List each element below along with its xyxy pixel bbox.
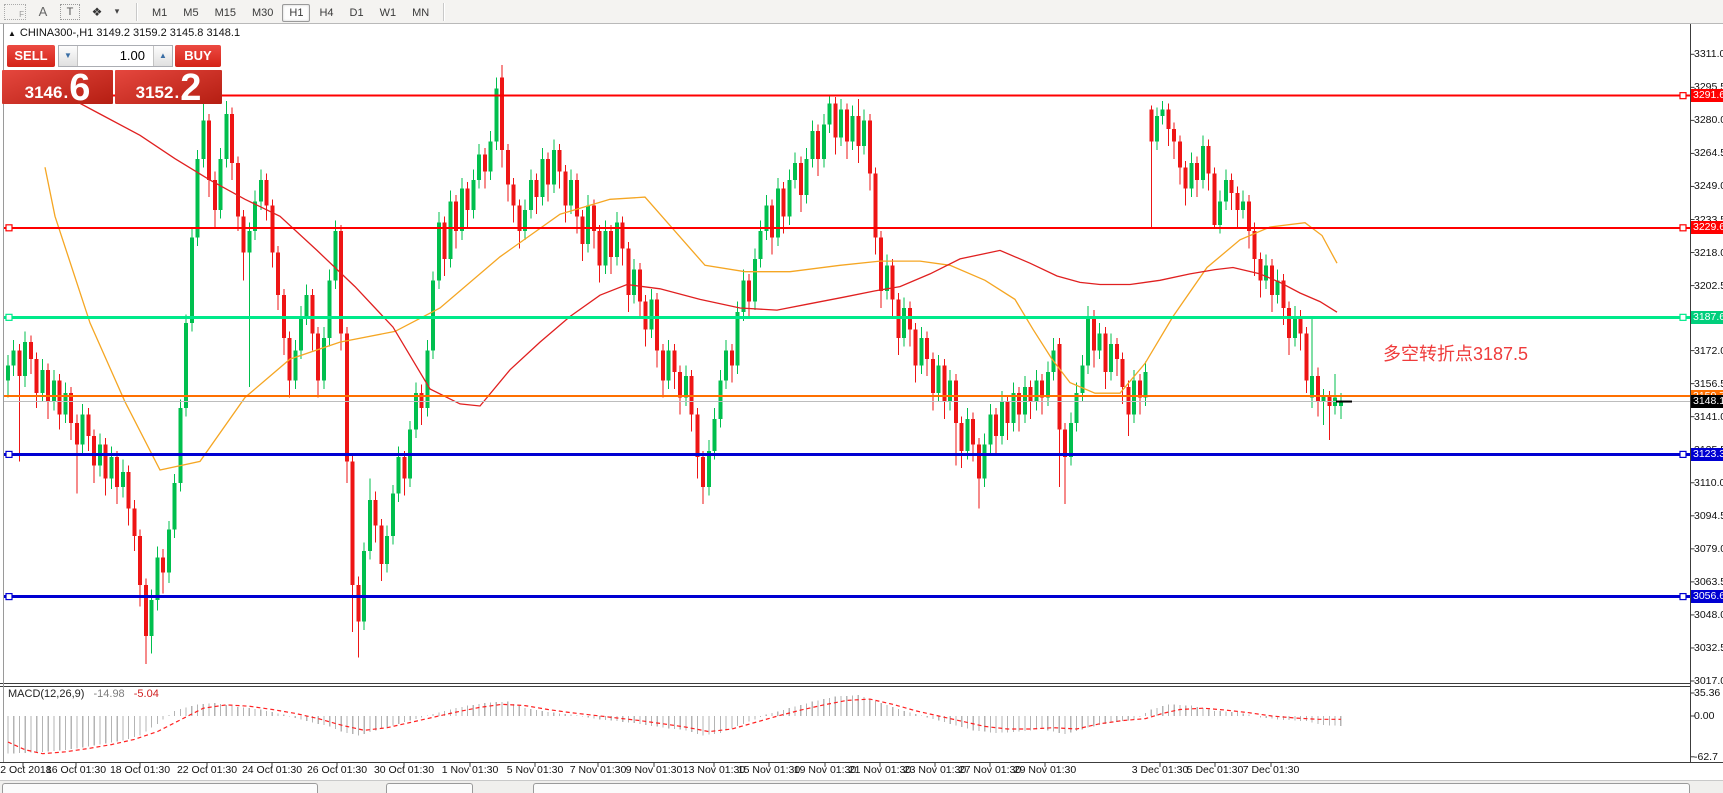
price-chart[interactable] (0, 0, 1723, 793)
price-line-tag: 3056.6 (1691, 590, 1723, 603)
price-tick-label: 3063.5 (1694, 576, 1723, 588)
price-tick-label: 3141.0 (1694, 411, 1723, 423)
price-tick-label: 3280.0 (1694, 114, 1723, 126)
sell-price-big-digit: 6 (69, 73, 90, 103)
time-tick-label: 30 Oct 01:30 (374, 764, 434, 776)
price-line-tag: 3291.6 (1691, 89, 1723, 102)
price-tick-label: 3094.5 (1694, 510, 1723, 522)
time-tick-label: 1 Nov 01:30 (442, 764, 499, 776)
time-tick-label: 22 Oct 01:30 (177, 764, 237, 776)
volume-stepper: ▼ 1.00 ▲ (58, 45, 173, 67)
macd-tick-label: 35.36 (1694, 687, 1720, 699)
time-tick-label: 18 Oct 01:30 (110, 764, 170, 776)
time-tick-label: 23 Nov 01:30 (904, 764, 966, 776)
time-tick-label: 5 Nov 01:30 (507, 764, 564, 776)
macd-indicator-label: MACD(12,26,9) -14.98 -5.04 (8, 688, 159, 700)
price-tick-label: 3202.5 (1694, 280, 1723, 292)
chart-annotation-text: 多空转折点3187.5 (1383, 340, 1528, 366)
buy-price-main: 3152 (136, 83, 174, 103)
time-tick-label: 19 Nov 01:30 (794, 764, 856, 776)
price-line-tag: 3187.6 (1691, 311, 1723, 324)
time-tick-label: 7 Nov 01:30 (570, 764, 627, 776)
price-tick-label: 3172.0 (1694, 345, 1723, 357)
macd-signal-value: -5.04 (134, 688, 159, 700)
time-tick-label: 3 Dec 01:30 (1132, 764, 1189, 776)
price-line-tag: 3229.6 (1691, 221, 1723, 234)
volume-decrease-button[interactable]: ▼ (59, 46, 78, 66)
time-tick-label: 12 Oct 2018 (0, 764, 52, 776)
price-tick-label: 3079.0 (1694, 543, 1723, 555)
one-click-trading-widget: SELL ▼ 1.00 ▲ BUY 3146.6 3152.2 (2, 45, 222, 103)
bottom-dock-strip (0, 780, 1723, 793)
collapse-chart-icon[interactable]: ▲ (8, 29, 16, 38)
dock-panel[interactable] (2, 783, 318, 793)
time-tick-label: 21 Nov 01:30 (849, 764, 911, 776)
chart-ohlc-header: ▲ CHINA300-,H1 3149.2 3159.2 3145.8 3148.… (8, 27, 240, 39)
buy-price-big-digit: 2 (180, 73, 201, 103)
buy-button[interactable]: BUY (175, 45, 221, 67)
volume-input[interactable]: 1.00 (78, 46, 153, 66)
price-tick-label: 3218.0 (1694, 247, 1723, 259)
price-line-tag: 3123.3 (1691, 448, 1723, 461)
price-tick-label: 3048.0 (1694, 609, 1723, 621)
sell-price-dot: . (63, 83, 68, 103)
macd-main-value: -14.98 (93, 688, 124, 700)
price-tick-label: 3110.0 (1694, 477, 1723, 489)
macd-tick-label: 0.00 (1694, 710, 1714, 722)
time-tick-label: 13 Nov 01:30 (683, 764, 745, 776)
sell-button[interactable]: SELL (7, 45, 55, 67)
time-tick-label: 5 Dec 01:30 (1187, 764, 1244, 776)
price-tick-label: 3311.0 (1694, 48, 1723, 60)
price-tick-label: 3264.5 (1694, 147, 1723, 159)
price-tick-label: 3032.5 (1694, 642, 1723, 654)
time-tick-label: 24 Oct 01:30 (242, 764, 302, 776)
time-tick-label: 16 Oct 01:30 (46, 764, 106, 776)
price-tick-label: 3249.0 (1694, 180, 1723, 192)
price-tick-label: 3017.0 (1694, 675, 1723, 687)
time-tick-label: 29 Nov 01:30 (1014, 764, 1076, 776)
sell-price-panel[interactable]: 3146.6 (2, 70, 113, 104)
dock-panel[interactable] (386, 783, 473, 793)
volume-increase-button[interactable]: ▲ (153, 46, 172, 66)
time-tick-label: 15 Nov 01:30 (738, 764, 800, 776)
time-tick-label: 7 Dec 01:30 (1243, 764, 1300, 776)
time-tick-label: 27 Nov 01:30 (959, 764, 1021, 776)
buy-price-dot: . (174, 83, 179, 103)
macd-tick-label: -62.7 (1694, 751, 1718, 763)
buy-price-panel[interactable]: 3152.2 (115, 70, 222, 104)
time-tick-label: 26 Oct 01:30 (307, 764, 367, 776)
sell-price-main: 3146 (25, 83, 63, 103)
price-tick-label: 3156.5 (1694, 378, 1723, 390)
mt4-window: F A T ❖ ▾ M1M5M15M30H1H4D1W1MN ▲CHINA300… (0, 0, 1723, 793)
time-tick-label: 9 Nov 01:30 (626, 764, 683, 776)
symbol-ohlc-text: CHINA300-,H1 3149.2 3159.2 3145.8 3148.1 (20, 27, 240, 39)
macd-name: MACD(12,26,9) (8, 688, 84, 700)
dock-panel[interactable] (533, 783, 1690, 793)
price-line-tag: 3148.1 (1691, 395, 1723, 408)
